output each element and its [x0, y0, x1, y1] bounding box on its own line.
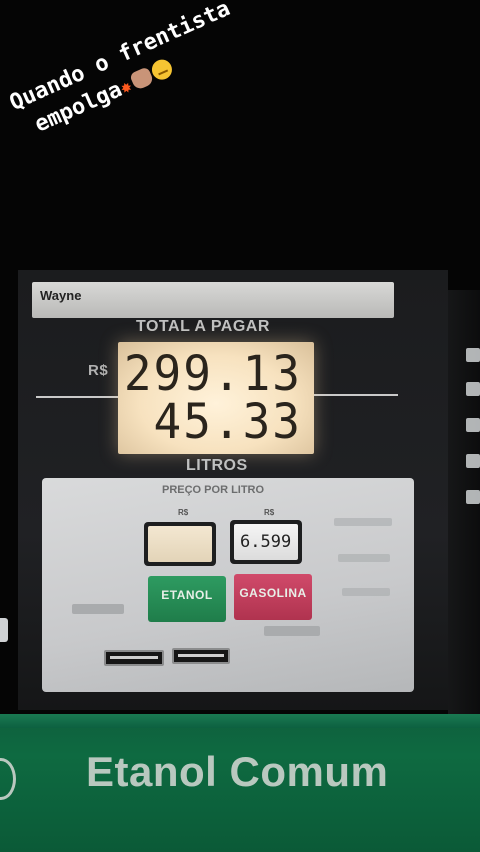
price-panel: PREÇO POR LITRO R$ R$ 6.599 ETANOL GASOL… [42, 478, 414, 692]
info-sticker [334, 518, 392, 526]
photo-scene: Wayne TOTAL A PAGAR R$ 299.13 45.33 LITR… [0, 0, 480, 852]
brand-strip: Wayne [32, 282, 394, 318]
info-sticker [72, 604, 124, 614]
card-slot [104, 650, 164, 666]
etanol-button[interactable]: ETANOL [148, 576, 226, 622]
side-slot [466, 490, 480, 504]
liters-value: 45.33 [153, 392, 302, 450]
side-slot [466, 418, 480, 432]
side-slot [466, 382, 480, 396]
sign-text: Etanol Comum [86, 748, 389, 795]
gasolina-button[interactable]: GASOLINA [234, 574, 312, 620]
pump-side-panel [448, 290, 480, 730]
etanol-currency-label: R$ [178, 508, 189, 517]
etanol-price-screen [148, 526, 212, 562]
liters-label: LITROS [186, 457, 248, 474]
sign-edge-mark [0, 758, 16, 800]
gasolina-currency-label: R$ [264, 508, 275, 517]
left-edge-slot [0, 618, 8, 642]
etanol-sign: Etanol Comum [0, 714, 480, 852]
etanol-price-display [144, 522, 216, 566]
card-slot [172, 648, 230, 664]
etanol-button-label: ETANOL [161, 588, 213, 602]
brand-logo: Wayne [40, 288, 82, 303]
total-label: TOTAL A PAGAR [136, 318, 270, 335]
side-slot [466, 348, 480, 362]
story-caption: Quando o frentista empolga✸ [5, 0, 340, 147]
gasolina-price: 6.599 [240, 532, 292, 552]
divider-line [36, 396, 118, 398]
lcd-display: 299.13 45.33 [118, 342, 314, 454]
gasolina-price-screen: 6.599 [234, 524, 298, 560]
price-per-liter-label: PREÇO POR LITRO [162, 484, 265, 496]
side-slot [466, 454, 480, 468]
divider-line [314, 394, 398, 396]
gasolina-button-label: GASOLINA [239, 586, 307, 600]
info-sticker [264, 626, 320, 636]
info-sticker [338, 554, 390, 562]
gasolina-price-display: 6.599 [230, 520, 302, 564]
info-sticker [342, 588, 390, 596]
currency-label: R$ [88, 362, 109, 379]
